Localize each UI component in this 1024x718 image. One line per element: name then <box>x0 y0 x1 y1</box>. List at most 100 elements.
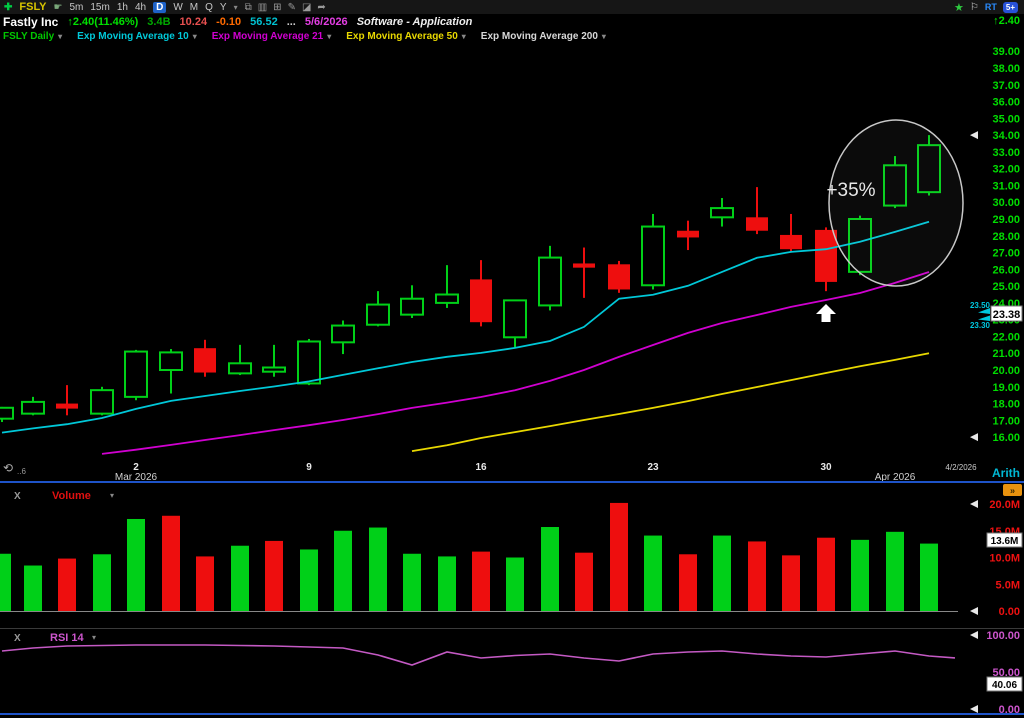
timeframe-q[interactable]: Q <box>205 2 213 13</box>
rsi-pane[interactable] <box>0 629 1024 713</box>
volume-bar <box>265 541 283 611</box>
pane-divider[interactable] <box>0 713 1024 715</box>
timeframe-4h[interactable]: 4h <box>135 2 146 13</box>
price-axis-label: 18.00 <box>992 399 1020 411</box>
volume-bar <box>575 553 593 611</box>
favorite-star-icon[interactable]: ★ <box>954 1 964 14</box>
volume-bar <box>748 541 766 611</box>
chevron-down-icon[interactable]: ▾ <box>602 32 606 41</box>
eraser-icon[interactable]: ◪ <box>302 2 311 13</box>
volume-close-button[interactable]: X <box>14 491 21 502</box>
volume-bar <box>644 536 662 611</box>
scale-type-label[interactable]: Arith <box>992 466 1020 480</box>
volume-bar <box>438 556 456 611</box>
volume-bar <box>300 549 318 611</box>
rsi-caret-icon[interactable]: ▾ <box>92 633 96 642</box>
last-rsi-label: 40.06 <box>992 680 1017 691</box>
layout-icon[interactable]: ⧉ <box>245 2 252 13</box>
ellipse-percent-label: +35% <box>826 180 875 201</box>
timeframe-15m[interactable]: 15m <box>90 2 109 13</box>
indicator-item-2[interactable]: Exp Moving Average 21▾ <box>212 31 332 42</box>
chevron-down-icon[interactable]: ▾ <box>327 32 331 41</box>
price-axis-label: 29.00 <box>992 214 1020 226</box>
candle-body-down <box>746 217 768 230</box>
candle-body-up <box>642 227 664 286</box>
timeframe-5m[interactable]: 5m <box>69 2 83 13</box>
indicator-item-4[interactable]: Exp Moving Average 200 ▾ <box>481 31 606 42</box>
data-plan-badge[interactable]: 5+ <box>1003 2 1018 13</box>
chevron-down-icon[interactable]: ▾ <box>462 32 466 41</box>
candle-body-down <box>608 264 630 289</box>
reset-zoom-label: ..6 <box>17 467 26 476</box>
drawn-ellipse-annotation[interactable] <box>829 120 963 286</box>
price-axis-label: 16.00 <box>992 432 1020 444</box>
draw-pencil-icon[interactable]: ✎ <box>288 2 296 13</box>
volume-bar <box>886 532 904 611</box>
candle-body-up <box>125 352 147 397</box>
indicator-item-1[interactable]: Exp Moving Average 10▾ <box>77 31 197 42</box>
timeframe-w[interactable]: W <box>173 2 182 13</box>
last-volume-label: 13.6M <box>991 536 1019 547</box>
volume-caret-icon[interactable]: ▾ <box>110 491 114 500</box>
chevron-down-icon[interactable]: ▾ <box>193 32 197 41</box>
rsi-close-button[interactable]: X <box>14 633 21 644</box>
volume-bar <box>472 552 490 611</box>
indicator-item-0[interactable]: FSLY Daily▾ <box>3 31 62 42</box>
indicator-label: Exp Moving Average 200 <box>481 31 598 42</box>
candle-body-up <box>332 326 354 343</box>
candle-body-up <box>367 305 389 325</box>
grid-add-icon[interactable]: ⊞ <box>273 2 281 13</box>
timeframe-y[interactable]: Y <box>220 2 227 13</box>
candle-body-up <box>298 341 320 383</box>
quote-ellipsis[interactable]: ... <box>287 16 296 28</box>
indicator-item-3[interactable]: Exp Moving Average 50▾ <box>346 31 466 42</box>
volume-bar <box>196 556 214 611</box>
volume-bar <box>782 555 800 611</box>
candle-body-down <box>677 231 699 238</box>
indicator-legend-bar: FSLY Daily▾ Exp Moving Average 10▾ Exp Mov… <box>0 29 1024 44</box>
price-axis-label: 36.00 <box>992 97 1020 109</box>
price-axis-label: 22.00 <box>992 331 1020 343</box>
candle-body-down <box>573 263 595 267</box>
price-axis-label: 28.00 <box>992 231 1020 243</box>
top-toolbar: ✚ FSLY ☛ 5m15m1h4hDWMQY ▾ ⧉▥⊞✎◪➦ ★ ⚐ RT … <box>0 0 1024 14</box>
volume-bar <box>817 538 835 611</box>
candle-body-up <box>436 295 458 303</box>
rsi-axis-label: 100.00 <box>986 630 1020 642</box>
ask-label: 23.50 <box>970 301 991 310</box>
toolbar-icon-group: ⧉ ▥ ⊞ ✎ ◪ ➦ <box>245 2 326 13</box>
chevron-down-icon[interactable]: ▾ <box>58 32 62 41</box>
bar-chart-icon[interactable]: ▥ <box>258 2 267 13</box>
volume-axis-label: 20.0M <box>989 499 1020 511</box>
price-axis-label: 38.00 <box>992 63 1020 75</box>
volume-axis-label: 10.0M <box>989 553 1020 565</box>
add-symbol-icon[interactable]: ✚ <box>4 2 12 13</box>
price-axis-label: 34.00 <box>992 130 1020 142</box>
candle-body-up <box>539 258 561 306</box>
candle-body-down <box>815 230 837 282</box>
timeframe-group: 5m 15m 1h 4h DWMQY <box>69 2 226 13</box>
pane-divider[interactable] <box>0 481 1024 483</box>
timeframe-caret-icon[interactable]: ▾ <box>234 3 238 12</box>
timeframe-1h[interactable]: 1h <box>117 2 128 13</box>
price-axis-label: 33.00 <box>992 147 1020 159</box>
flag-icon[interactable]: ⚐ <box>970 2 979 13</box>
chart-canvas[interactable]: 39.0038.0037.0036.0035.0034.0033.0032.00… <box>0 0 1024 718</box>
price-axis-label: 26.00 <box>992 264 1020 276</box>
volume-bar <box>506 558 524 612</box>
symbol-label[interactable]: FSLY <box>19 1 46 13</box>
timeframe-d[interactable]: D <box>153 2 166 13</box>
price-change: ↑2.40(11.46%) <box>67 16 138 28</box>
share-icon[interactable]: ➦ <box>317 2 325 13</box>
quote-value-1: 10.24 <box>180 16 208 28</box>
rsi-axis-label: 0.00 <box>999 704 1020 716</box>
pane-divider[interactable] <box>0 628 1024 629</box>
volume-bar <box>93 554 111 611</box>
pointer-tool-icon[interactable]: ☛ <box>54 2 63 13</box>
timeframe-m[interactable]: M <box>190 2 198 13</box>
reset-zoom-icon[interactable]: ⟲ <box>3 461 13 475</box>
quote-bar: Fastly Inc ↑2.40(11.46%) 3.4B 10.24 -0.1… <box>0 14 1024 29</box>
price-axis-label: 27.00 <box>992 248 1020 260</box>
end-date-label: 4/2/2026 <box>945 463 977 472</box>
date-tick-label: 30 <box>820 462 832 473</box>
